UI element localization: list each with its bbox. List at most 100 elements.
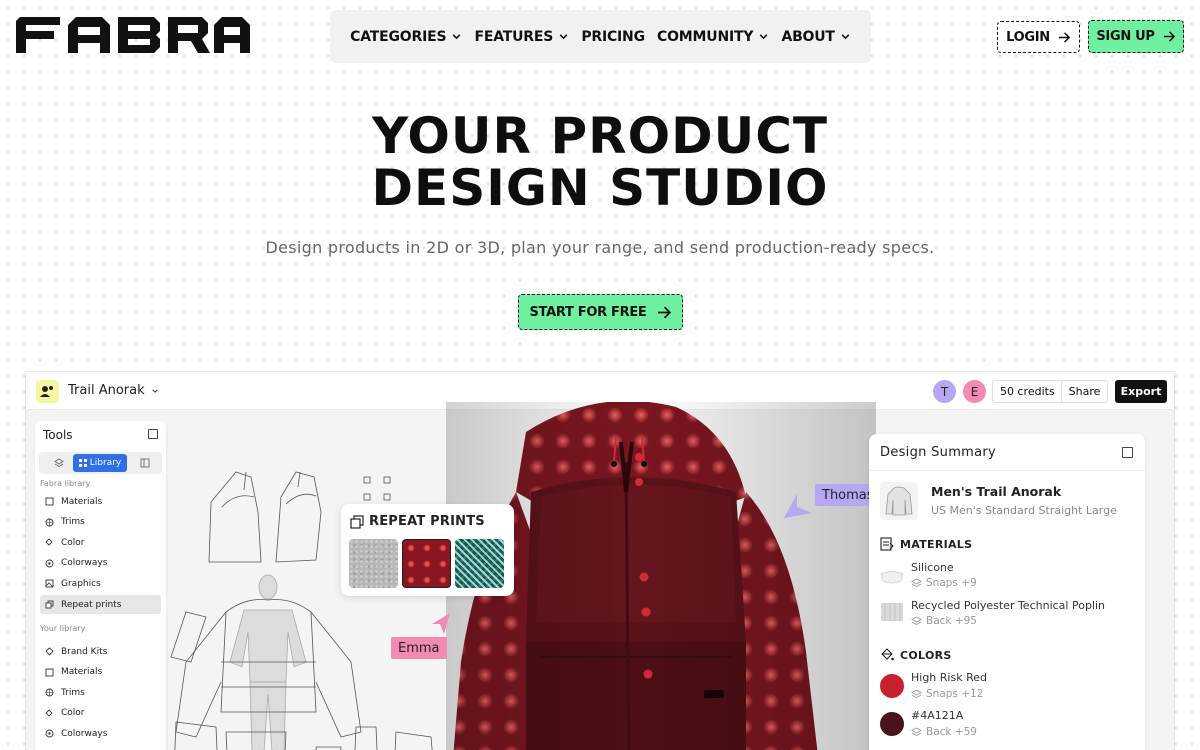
layers-icon [911, 726, 922, 736]
colors-heading: COLORS [880, 648, 952, 662]
materials-icon [45, 668, 54, 677]
project-name-dropdown[interactable]: Trail Anorak [68, 383, 159, 398]
tool-item-color[interactable]: Color [40, 533, 161, 552]
color-meta: Back +59 [911, 726, 977, 738]
project-icon [36, 380, 59, 403]
tab-library[interactable]: Library [73, 454, 127, 472]
hero-title-line1: YOUR PRODUCT [372, 107, 828, 165]
arrow-right-icon [1058, 31, 1071, 43]
nav-community[interactable]: COMMUNITY [657, 29, 769, 45]
tool-item-label: Trims [61, 517, 85, 528]
materials-heading: MATERIALS [880, 537, 972, 551]
arrow-right-icon [657, 306, 671, 318]
thomas-cursor-icon [784, 494, 812, 518]
fabra-logo[interactable] [16, 17, 250, 53]
design-summary-title: Design Summary [880, 445, 997, 460]
collapse-panel-icon[interactable] [1122, 447, 1133, 458]
layers-icon [911, 688, 922, 698]
tool-item-label: Materials [61, 496, 103, 507]
material-meta-label: Back +95 [926, 615, 977, 627]
main-nav: CATEGORIES FEATURES PRICING COMMUNITY ABOUT [330, 10, 871, 63]
chevron-down-icon [452, 34, 461, 40]
avatar-t[interactable]: T [933, 380, 956, 403]
repeat-prints-card: REPEAT PRINTS [341, 504, 514, 596]
print-swatch-red-dots[interactable] [402, 539, 451, 588]
color-name[interactable]: #4A121A [911, 709, 963, 722]
nav-about[interactable]: ABOUT [781, 29, 850, 45]
tool-item-brand-kits[interactable]: Brand Kits [40, 642, 161, 661]
color-name[interactable]: High Risk Red [911, 671, 987, 684]
tool-item-color[interactable]: Color [40, 704, 161, 723]
materials-icon [45, 497, 54, 506]
color-icon [45, 709, 53, 717]
tool-item-trims[interactable]: Trims [40, 683, 161, 702]
tool-item-label: Graphics [61, 578, 101, 589]
signup-label: SIGN UP [1096, 29, 1155, 44]
nav-label: COMMUNITY [657, 28, 754, 45]
tool-item-colorways[interactable]: Colorways [40, 554, 161, 573]
material-meta: Snaps +9 [911, 577, 977, 589]
nav-categories[interactable]: CATEGORIES [350, 29, 462, 45]
silicone-thumb [880, 571, 904, 584]
pages-icon[interactable] [140, 458, 150, 468]
nav-pricing[interactable]: PRICING [581, 29, 645, 45]
start-label: START FOR FREE [529, 304, 647, 320]
color-swatch-high-risk-red[interactable] [880, 674, 904, 698]
signup-button[interactable]: SIGN UP [1088, 20, 1184, 53]
repeat-prints-icon [45, 600, 54, 609]
login-button[interactable]: LOGIN [997, 21, 1080, 53]
nav-features[interactable]: FEATURES [475, 29, 570, 45]
colorways-icon [45, 559, 54, 568]
tool-item-materials[interactable]: Materials [40, 663, 161, 682]
chevron-down-icon [559, 34, 568, 40]
tool-item-repeat-prints[interactable]: Repeat prints [40, 595, 161, 614]
fabra-logo-wordmark [16, 17, 250, 53]
layers-icon [911, 615, 922, 625]
product-thumbnail [880, 482, 918, 520]
print-swatch-green-pattern[interactable] [455, 539, 504, 588]
tool-item-label: Trims [61, 687, 85, 698]
trims-icon [45, 688, 54, 697]
layers-icon [911, 577, 922, 587]
material-meta-label: Snaps +9 [926, 577, 977, 589]
tool-item-colorways[interactable]: Colorways [40, 724, 161, 743]
color-meta-label: Snaps +12 [926, 688, 984, 700]
tools-panel: Tools Library Fabra library Materials Tri… [35, 421, 166, 750]
hero-title-line2: DESIGN STUDIO [371, 159, 829, 217]
tool-item-label: Materials [61, 667, 103, 678]
nav-label: FEATURES [474, 28, 554, 45]
tool-item-materials[interactable]: Materials [40, 492, 161, 511]
tool-item-label: Color [61, 537, 85, 548]
collaboration-icon [40, 386, 53, 397]
material-meta: Back +95 [911, 615, 977, 627]
arrow-right-icon [1163, 31, 1175, 42]
color-swatch-4a121a[interactable] [880, 712, 904, 736]
print-swatch-heather[interactable] [349, 539, 398, 588]
login-label: LOGIN [1006, 29, 1050, 45]
material-name[interactable]: Silicone [911, 561, 954, 574]
app-preview: Trail Anorak T E 50 credits Share Export… [25, 371, 1175, 750]
nav-label: ABOUT [781, 28, 835, 45]
nav-label: CATEGORIES [350, 28, 447, 45]
start-for-free-button[interactable]: START FOR FREE [518, 294, 683, 330]
tool-item-label: Color [61, 708, 85, 719]
materials-icon [880, 537, 894, 551]
product-name: Men's Trail Anorak [931, 484, 1062, 499]
collaborator-emma-tag: Emma [391, 637, 447, 659]
layers-icon[interactable] [54, 458, 64, 468]
credits-badge: 50 credits [992, 380, 1063, 403]
emma-cursor-icon [432, 613, 450, 634]
material-name[interactable]: Recycled Polyester Technical Poplin [911, 599, 1105, 612]
share-button[interactable]: Share [1061, 380, 1108, 403]
export-button[interactable]: Export [1115, 380, 1167, 403]
avatar-e[interactable]: E [963, 380, 986, 403]
collapse-panel-icon[interactable] [148, 429, 158, 439]
tool-item-trims[interactable]: Trims [40, 513, 161, 532]
tool-item-graphics[interactable]: Graphics [40, 574, 161, 593]
design-summary-panel: Design Summary Men's Trail Anorak US Men… [869, 434, 1145, 750]
graphics-icon [45, 579, 54, 588]
colors-heading-label: COLORS [900, 648, 952, 662]
tools-title: Tools [43, 428, 73, 442]
chevron-down-icon [759, 34, 768, 40]
tools-tabs: Library [39, 452, 162, 474]
